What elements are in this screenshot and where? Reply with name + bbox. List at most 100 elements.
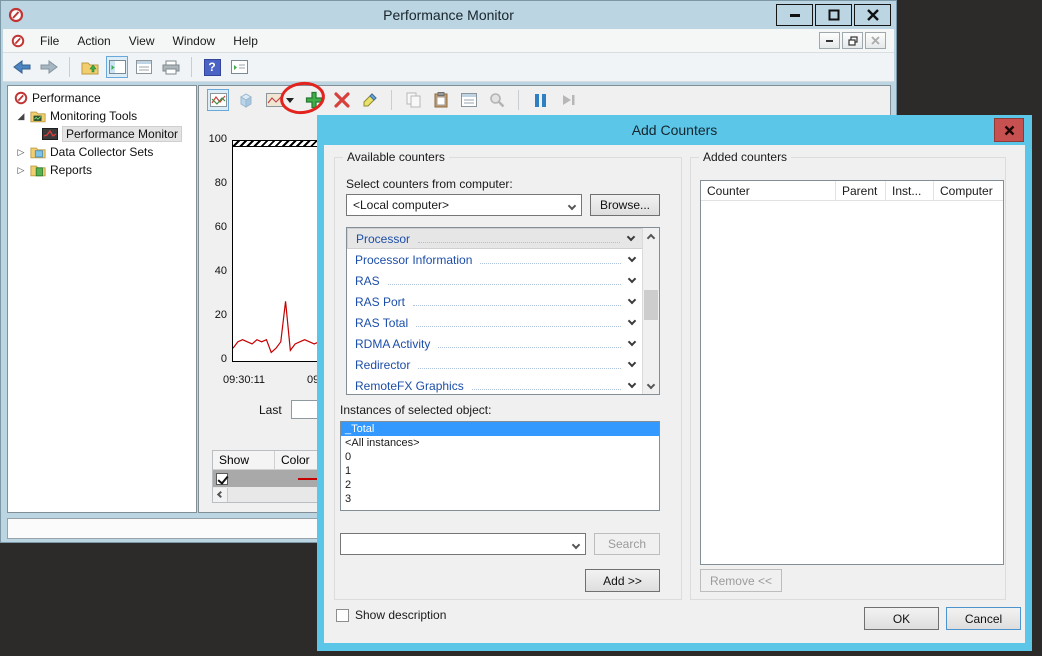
ok-button[interactable]: OK [864,607,939,630]
dialog-close-button[interactable] [994,118,1024,142]
column-computer[interactable]: Computer [934,181,1003,200]
scroll-down-button[interactable] [643,378,659,394]
tree-item-performance[interactable]: Performance [8,89,196,107]
forward-button[interactable] [38,56,60,78]
minimize-button[interactable] [776,4,813,26]
chevron-down-icon[interactable] [628,275,636,283]
scrollbar-thumb[interactable] [644,290,658,320]
scroll-up-button[interactable] [643,228,659,244]
back-button[interactable] [11,56,33,78]
counter-series-line [233,301,319,352]
counter-item-ras-port[interactable]: RAS Port [347,291,659,312]
tree-item-data-collector-sets[interactable]: ▷ Data Collector Sets [8,143,196,161]
maximize-button[interactable] [815,4,852,26]
column-instance[interactable]: Inst... [886,181,934,200]
counter-list-scrollbar[interactable] [642,228,659,394]
export-button[interactable] [79,56,101,78]
chevron-down-icon[interactable] [628,296,636,304]
console-tree-button[interactable] [228,56,250,78]
counter-item-processor-information[interactable]: Processor Information [347,249,659,270]
search-button[interactable]: Search [594,533,660,555]
update-data-button[interactable] [557,89,579,111]
cancel-button[interactable]: Cancel [946,607,1021,630]
counter-item-redirector[interactable]: Redirector [347,354,659,375]
instances-label: Instances of selected object: [340,403,491,417]
search-button-label: Search [608,537,646,551]
browse-button[interactable]: Browse... [590,194,660,216]
main-toolbar: ? [3,53,894,82]
freeze-display-button[interactable] [529,89,551,111]
counter-item-processor[interactable]: Processor [347,228,659,249]
dotted-leader [480,255,621,264]
chevron-down-icon[interactable] [628,317,636,325]
show-description-label: Show description [355,608,446,622]
child-restore-button[interactable] [842,32,863,49]
chevron-down-icon[interactable] [628,338,636,346]
dotted-leader [416,318,621,327]
close-button[interactable] [854,4,891,26]
help-icon: ? [204,59,221,76]
add-button[interactable]: Add >> [585,569,660,592]
instance-search-combobox[interactable] [340,533,586,555]
view-current-activity-button[interactable] [207,89,229,111]
toolbar-separator [69,57,70,77]
tree-item-monitoring-tools[interactable]: ◢ Monitoring Tools [8,107,196,125]
menu-file[interactable]: File [31,31,68,51]
ok-button-label: OK [893,612,910,626]
menu-action[interactable]: Action [68,31,119,51]
child-minimize-icon [825,36,834,45]
column-counter[interactable]: Counter [701,181,836,200]
scroll-left-button[interactable] [213,488,228,502]
chevron-down-icon[interactable] [628,359,636,367]
chevron-down-icon[interactable] [628,380,636,388]
console-window-icon [109,60,126,74]
last-value-label: Last [259,403,282,417]
instance-item-3[interactable]: 3 [341,492,659,506]
menu-view[interactable]: View [120,31,164,51]
tree-item-reports[interactable]: ▷ Reports [8,161,196,179]
print-button[interactable] [160,56,182,78]
copy-properties-button[interactable] [402,89,424,111]
expander-collapsed-icon[interactable]: ▷ [16,165,26,176]
chevron-down-icon[interactable] [627,233,635,241]
view-log-data-button[interactable] [235,89,257,111]
graph-plot-area [232,140,320,362]
tree-item-performance-monitor[interactable]: Performance Monitor [8,125,196,143]
expander-collapsed-icon[interactable]: ▷ [16,147,26,158]
chevron-down-icon [568,202,576,210]
select-computer-label: Select counters from computer: [346,177,513,191]
menu-window[interactable]: Window [164,31,225,51]
counter-item-rdma-activity[interactable]: RDMA Activity [347,333,659,354]
show-console-tree-button[interactable] [106,56,128,78]
counter-item-ras-total[interactable]: RAS Total [347,312,659,333]
instance-item-total[interactable]: _Total [341,422,659,436]
window-title: Performance Monitor [1,7,896,23]
counter-item-ras[interactable]: RAS [347,270,659,291]
highlight-button[interactable] [359,89,381,111]
show-description-control[interactable]: Show description [336,608,446,622]
column-parent[interactable]: Parent [836,181,886,200]
legend-show-header[interactable]: Show [213,451,275,469]
menu-help[interactable]: Help [224,31,267,51]
properties-button[interactable] [133,56,155,78]
help-button[interactable]: ? [201,56,223,78]
instance-item-all-instances[interactable]: <All instances> [341,436,659,450]
remove-button[interactable]: Remove << [700,569,782,592]
child-minimize-button[interactable] [819,32,840,49]
expander-expanded-icon[interactable]: ◢ [16,111,26,122]
show-counter-checkbox[interactable] [216,473,228,485]
chevron-down-icon[interactable] [628,254,636,262]
counter-item-remotefx-graphics[interactable]: RemoteFX Graphics [347,375,659,396]
instance-item-2[interactable]: 2 [341,478,659,492]
instance-item-0[interactable]: 0 [341,450,659,464]
instance-item-1[interactable]: 1 [341,464,659,478]
instance-label: 0 [345,451,351,463]
graph-properties-button[interactable] [458,89,480,111]
paste-counter-list-button[interactable] [430,89,452,111]
pause-icon [535,94,546,107]
child-close-button[interactable] [865,32,886,49]
delete-counter-button[interactable] [331,89,353,111]
show-description-checkbox[interactable] [336,609,349,622]
zoom-button[interactable] [486,89,508,111]
computer-combobox[interactable]: <Local computer> [346,194,582,216]
